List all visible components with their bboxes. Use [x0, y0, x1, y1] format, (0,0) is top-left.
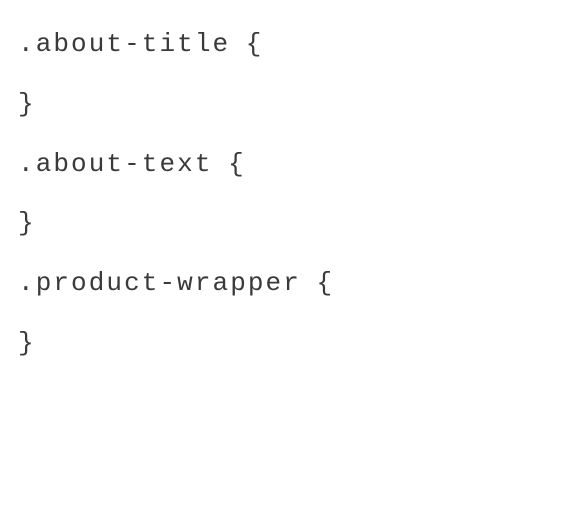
- selector-name: product-wrapper: [36, 268, 301, 298]
- selector-line: .about-title {: [18, 28, 568, 62]
- css-rule: .about-title { }: [18, 28, 568, 122]
- selector-line: .product-wrapper {: [18, 267, 568, 301]
- brace-close: }: [18, 88, 568, 122]
- brace-open: {: [246, 29, 264, 59]
- dot-punct: .: [18, 29, 36, 59]
- brace-close: }: [18, 327, 568, 361]
- selector-line: .about-text {: [18, 148, 568, 182]
- css-code-block: .about-title{ } .about-text{ } .product-…: [18, 28, 568, 361]
- brace-open: {: [228, 149, 246, 179]
- selector-name: about-title: [36, 29, 231, 59]
- brace-close: }: [18, 207, 568, 241]
- dot-punct: .: [18, 149, 36, 179]
- css-rule: .product-wrapper { }: [18, 267, 568, 361]
- dot-punct: .: [18, 268, 36, 298]
- css-rule: .about-text { }: [18, 148, 568, 242]
- selector-name: about-text: [36, 149, 213, 179]
- brace-open: {: [317, 268, 335, 298]
